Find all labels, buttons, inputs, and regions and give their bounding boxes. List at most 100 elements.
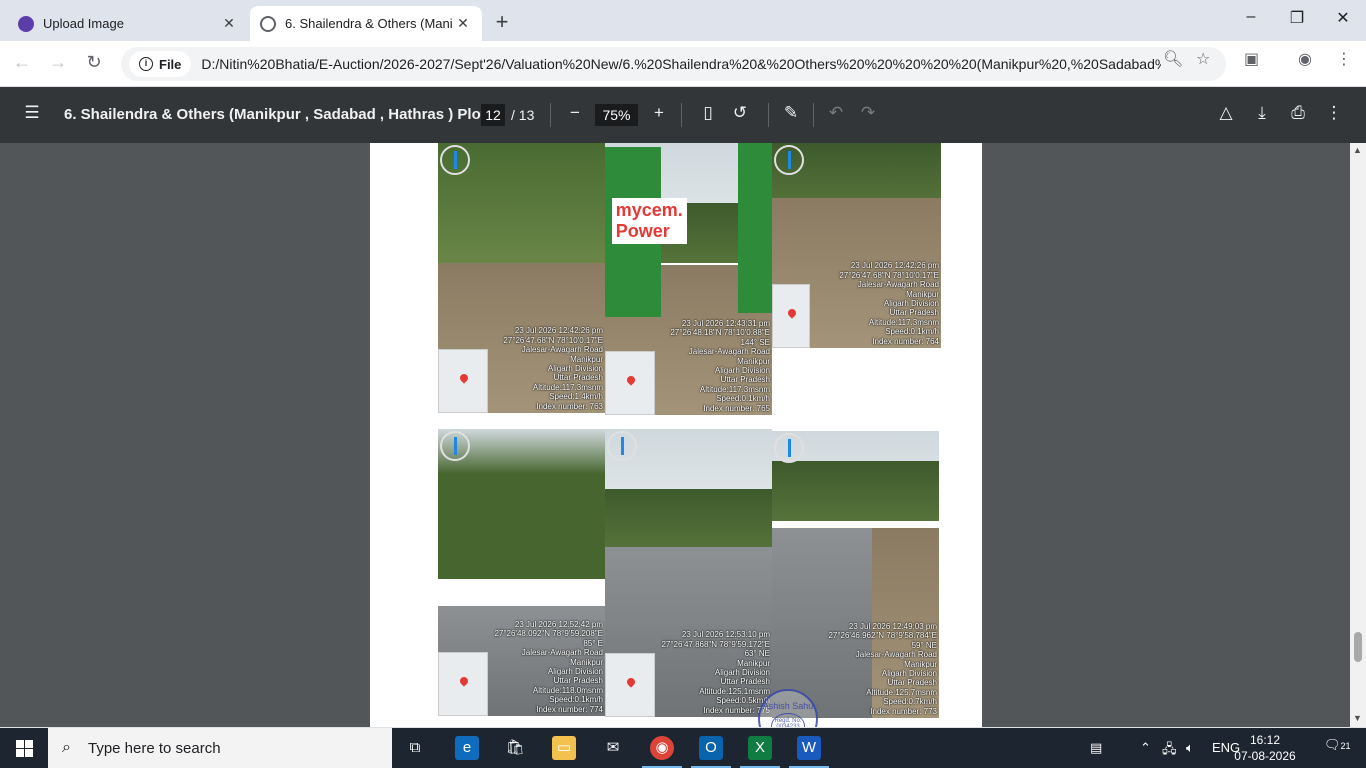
- task-view-icon[interactable]: ⧉: [403, 736, 427, 760]
- browser-tab-strip: Upload Image ✕ 6. Shailendra & Others (M…: [0, 0, 1366, 41]
- pdf-toolbar: ☰ 6. Shailendra & Others (Manikpur , Sad…: [0, 87, 1366, 143]
- drive-save-icon[interactable]: △: [1214, 103, 1238, 123]
- download-icon[interactable]: ⤓: [1250, 103, 1274, 123]
- star-icon[interactable]: ☆: [1196, 49, 1210, 69]
- scroll-thumb[interactable]: [1354, 632, 1362, 662]
- site-photo: mycem. Power 23 Jul 2026 12:43:31 pm 27°2…: [605, 143, 772, 415]
- minimize-button[interactable]: –: [1236, 8, 1266, 26]
- store-icon[interactable]: 🛍︎: [503, 736, 527, 760]
- taskbar-search[interactable]: ⌕ Type here to search: [48, 728, 392, 768]
- notification-icon[interactable]: 🗨︎21: [1324, 737, 1351, 753]
- divider: [813, 103, 814, 127]
- tab-search-icon[interactable]: ▣: [1244, 49, 1259, 69]
- zoom-in-button[interactable]: +: [647, 103, 671, 123]
- site-photo: 23 Jul 2026 12:42:26 pm 27°26'47.68"N 78°…: [772, 143, 941, 348]
- volume-icon[interactable]: 🔈︎: [1186, 740, 1194, 756]
- start-button[interactable]: [0, 728, 48, 768]
- signboard: mycem. Power: [605, 147, 687, 317]
- close-icon[interactable]: ✕: [454, 15, 472, 32]
- back-button[interactable]: ←: [10, 52, 34, 73]
- file-explorer-icon[interactable]: ▭: [552, 736, 576, 760]
- compass-icon: [440, 431, 470, 461]
- tab-upload-image[interactable]: Upload Image ✕: [8, 6, 248, 41]
- windows-logo-icon: [25, 749, 33, 757]
- profile-icon[interactable]: ◉: [1298, 49, 1312, 69]
- compass-icon: [774, 145, 804, 175]
- map-thumbnail: [438, 652, 488, 716]
- fit-page-icon[interactable]: ▯: [696, 103, 720, 123]
- system-clock[interactable]: 16:12 07-08-2026: [1228, 732, 1302, 764]
- forward-button[interactable]: →: [46, 52, 70, 73]
- photo-stamp: 23 Jul 2026 12:53:10 pm 27°26'47.868"N 78…: [661, 630, 770, 715]
- compass-icon: [440, 145, 470, 175]
- pdf-title: 6. Shailendra & Others (Manikpur , Sadab…: [64, 106, 503, 123]
- sidebar-menu-icon[interactable]: ☰: [20, 103, 44, 123]
- browser-toolbar: ← → ↻ i File D:/Nitin%20Bhatia/E-Auction…: [0, 41, 1366, 87]
- more-menu-icon[interactable]: ⋮: [1336, 49, 1352, 69]
- map-thumbnail: [772, 284, 810, 348]
- search-placeholder: Type here to search: [88, 739, 221, 757]
- chrome-icon[interactable]: ◉: [642, 736, 682, 768]
- compass-icon: [607, 431, 637, 461]
- photo-stamp: 23 Jul 2026 12:52:42 pm 27°26'48.092"N 78…: [494, 619, 603, 714]
- address-bar[interactable]: i File D:/Nitin%20Bhatia/E-Auction/2026-…: [121, 47, 1226, 81]
- undo-icon[interactable]: ↶: [824, 103, 848, 123]
- map-pin-icon: [786, 307, 798, 319]
- divider: [768, 103, 769, 127]
- search-icon[interactable]: 🔍︎: [1163, 49, 1183, 69]
- more-actions-icon[interactable]: ⋮: [1322, 103, 1346, 123]
- page-total: / 13: [511, 107, 535, 123]
- rotate-icon[interactable]: ↺: [728, 103, 752, 123]
- signboard: [738, 143, 772, 313]
- map-thumbnail: [605, 351, 655, 415]
- print-icon[interactable]: ⎙: [1286, 103, 1310, 123]
- site-info-label: File: [159, 56, 182, 72]
- signboard-text: mycem. Power: [611, 198, 687, 244]
- site-info-chip[interactable]: i File: [129, 51, 192, 77]
- photo-stamp: 23 Jul 2026 12:42:26 pm 27°26'47.68"N 78°…: [839, 261, 939, 346]
- tab-pdf-document[interactable]: 6. Shailendra & Others (Mani ✕: [250, 6, 482, 41]
- word-icon[interactable]: W: [789, 736, 829, 768]
- outlook-icon[interactable]: O: [691, 736, 731, 768]
- scroll-up-icon[interactable]: ▲: [1353, 145, 1362, 155]
- redo-icon[interactable]: ↷: [856, 103, 880, 123]
- address-url[interactable]: D:/Nitin%20Bhatia/E-Auction/2026-2027/Se…: [201, 56, 1161, 72]
- info-icon: i: [139, 57, 153, 71]
- edge-icon[interactable]: e: [455, 736, 479, 760]
- pdf-viewer[interactable]: 23 Jul 2026 12:42:26 pm 27°26'47.68"N 78°…: [0, 143, 1366, 727]
- map-pin-icon: [625, 374, 637, 386]
- app-logo-icon: [18, 15, 34, 32]
- globe-icon: [260, 15, 276, 32]
- clock-time: 16:12: [1249, 733, 1281, 747]
- page-number-input[interactable]: 12: [481, 104, 505, 126]
- maximize-button[interactable]: ❐: [1282, 8, 1312, 28]
- news-widget-icon[interactable]: ▤: [1090, 740, 1102, 756]
- clock-date: 07-08-2026: [1234, 749, 1296, 763]
- new-tab-button[interactable]: +: [490, 9, 514, 35]
- windows-logo-icon: [25, 740, 33, 748]
- seal-name: Ashish Sahu: [762, 701, 814, 711]
- tab-title: 6. Shailendra & Others (Mani: [285, 16, 453, 31]
- site-photo: 23 Jul 2026 12:53:10 pm 27°26'47.868"N 78…: [605, 429, 772, 717]
- photo-stamp: 23 Jul 2026 12:49:03 pm 27°26'46.962"N 78…: [828, 621, 937, 716]
- reload-button[interactable]: ↻: [82, 52, 106, 73]
- divider: [681, 103, 682, 127]
- photo-stamp: 23 Jul 2026 12:42:26 pm 27°26'47.68"N 78°…: [503, 326, 603, 411]
- vertical-scrollbar[interactable]: ▲ ▼: [1350, 143, 1366, 727]
- tray-chevron-icon[interactable]: ⌃: [1140, 740, 1151, 756]
- zoom-input[interactable]: 75%: [595, 104, 638, 126]
- mail-icon[interactable]: ✉: [601, 736, 625, 760]
- map-pin-icon: [458, 372, 470, 384]
- annotate-icon[interactable]: ✎: [779, 103, 803, 123]
- close-window-button[interactable]: ✕: [1328, 8, 1358, 28]
- scroll-down-icon[interactable]: ▼: [1353, 713, 1362, 723]
- map-pin-icon: [625, 676, 637, 688]
- site-photo: 23 Jul 2026 12:42:26 pm 27°26'47.68"N 78°…: [438, 143, 605, 413]
- zoom-out-button[interactable]: −: [563, 103, 587, 123]
- map-thumbnail: [605, 653, 655, 717]
- divider: [550, 103, 551, 127]
- excel-icon[interactable]: X: [740, 736, 780, 768]
- network-icon[interactable]: 🖧︎: [1162, 740, 1177, 762]
- close-icon[interactable]: ✕: [220, 15, 238, 32]
- map-thumbnail: [438, 349, 488, 413]
